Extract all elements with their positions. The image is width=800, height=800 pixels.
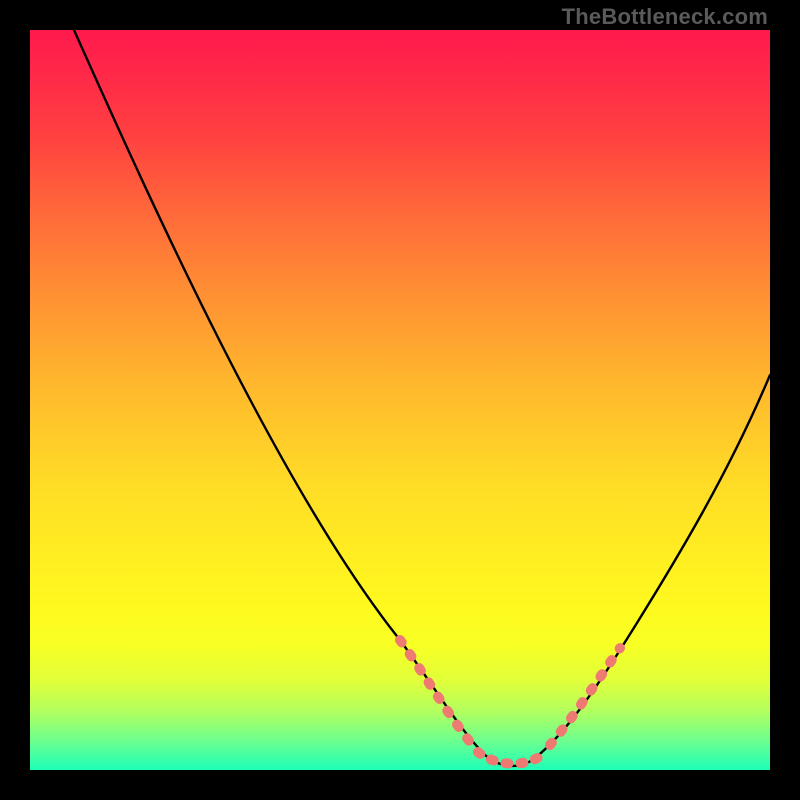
chart-frame: TheBottleneck.com — [0, 0, 800, 800]
highlight-bottom — [478, 752, 542, 764]
bottleneck-curve — [30, 30, 770, 770]
watermark-text: TheBottleneck.com — [562, 4, 768, 30]
curve-path — [74, 30, 770, 766]
plot-area — [30, 30, 770, 770]
highlight-right — [550, 648, 620, 745]
